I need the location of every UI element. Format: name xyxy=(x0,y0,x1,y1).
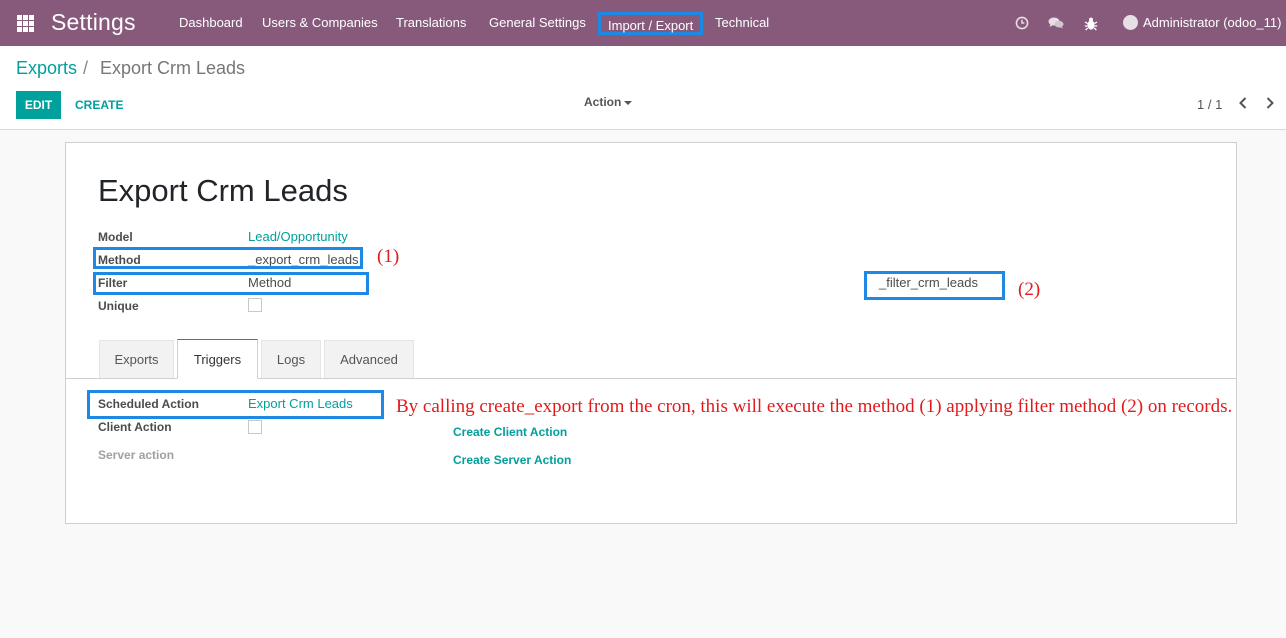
method-highlight-box xyxy=(93,247,363,269)
clock-icon[interactable] xyxy=(1014,15,1030,31)
avatar[interactable] xyxy=(1123,15,1138,30)
control-panel: Exports / Export Crm Leads EDIT CREATE A… xyxy=(0,46,1286,130)
pager-value[interactable]: 1 / 1 xyxy=(1197,97,1222,112)
create-button[interactable]: CREATE xyxy=(75,98,123,112)
edit-button[interactable]: EDIT xyxy=(16,91,61,119)
client-action-checkbox[interactable] xyxy=(248,420,262,434)
breadcrumb-current: Export Crm Leads xyxy=(100,58,246,78)
model-label: Model xyxy=(98,230,133,244)
menu-technical[interactable]: Technical xyxy=(715,15,769,30)
client-action-label: Client Action xyxy=(98,420,172,434)
server-action-label: Server action xyxy=(98,448,175,462)
pager-next-icon[interactable] xyxy=(1263,94,1277,112)
pager-previous-icon[interactable] xyxy=(1236,94,1250,112)
filter-highlight-box xyxy=(93,272,369,295)
annotation-note: By calling create_export from the cron, … xyxy=(396,396,1233,417)
breadcrumb-exports[interactable]: Exports xyxy=(16,58,77,79)
menu-dashboard[interactable]: Dashboard xyxy=(179,15,243,30)
scheduled-action-highlight-box xyxy=(87,390,384,419)
tab-exports[interactable]: Exports xyxy=(99,340,174,378)
menu-import-export[interactable]: Import / Export xyxy=(598,12,704,35)
record-title: Export Crm Leads xyxy=(98,173,348,208)
tab-logs[interactable]: Logs xyxy=(261,340,321,378)
create-client-action-button[interactable]: Create Client Action xyxy=(453,425,567,439)
menu-translations[interactable]: Translations xyxy=(396,15,466,30)
tab-triggers[interactable]: Triggers xyxy=(177,339,258,379)
menu-general-settings[interactable]: General Settings xyxy=(489,15,586,30)
breadcrumb-separator: / xyxy=(83,58,89,78)
annotation-marker-1: (1) xyxy=(377,246,400,267)
apps-grid-icon[interactable] xyxy=(17,15,34,32)
user-menu[interactable]: Administrator (odoo_11) xyxy=(1143,15,1282,30)
menu-users-companies[interactable]: Users & Companies xyxy=(262,15,378,30)
caret-down-icon xyxy=(624,100,633,105)
top-navbar: Settings Dashboard Users & Companies Tra… xyxy=(0,0,1286,46)
unique-checkbox[interactable] xyxy=(248,298,262,312)
action-label: Action xyxy=(584,95,622,109)
chat-icon[interactable] xyxy=(1048,15,1064,31)
create-server-action-button[interactable]: Create Server Action xyxy=(453,453,571,467)
bug-icon[interactable] xyxy=(1083,15,1099,31)
app-title: Settings xyxy=(51,9,136,35)
unique-label: Unique xyxy=(98,299,139,313)
action-dropdown[interactable]: Action xyxy=(584,95,633,109)
form-sheet: Export Crm Leads Model Lead/Opportunity … xyxy=(65,142,1237,524)
model-value[interactable]: Lead/Opportunity xyxy=(248,229,348,244)
filter-method-highlight-box xyxy=(864,271,1005,300)
annotation-marker-2: (2) xyxy=(1018,279,1041,300)
tab-advanced[interactable]: Advanced xyxy=(324,340,414,378)
